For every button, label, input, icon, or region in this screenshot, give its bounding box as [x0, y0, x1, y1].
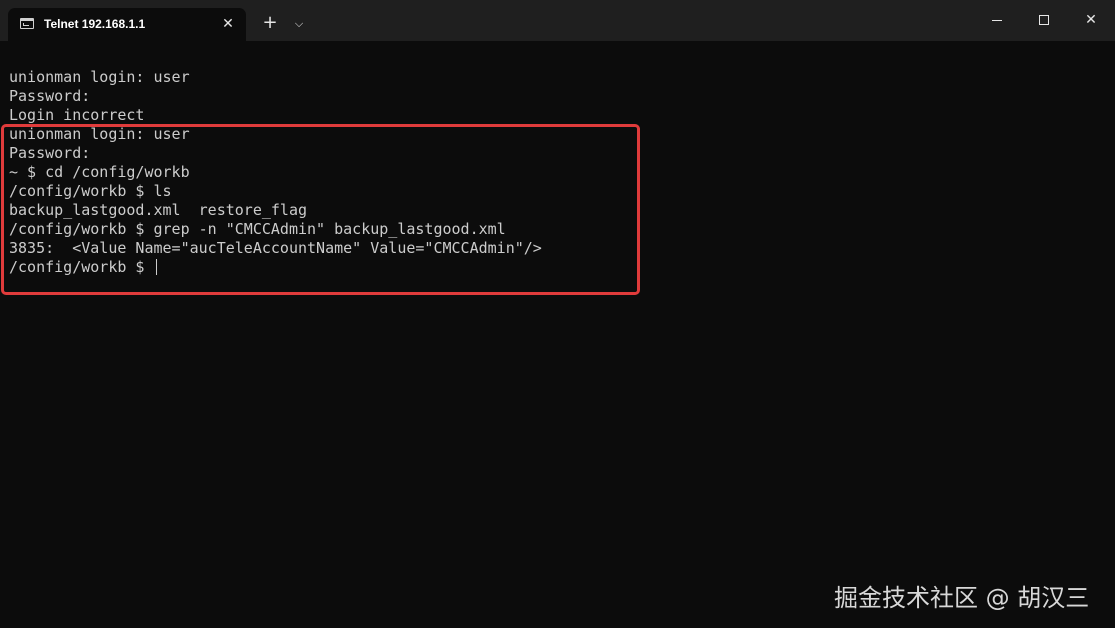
terminal-line: Password: — [9, 87, 91, 105]
close-window-button[interactable]: ✕ — [1068, 0, 1114, 41]
close-tab-icon[interactable]: ✕ — [218, 14, 238, 34]
maximize-button[interactable] — [1021, 0, 1067, 41]
minimize-button[interactable] — [974, 0, 1020, 41]
chevron-down-icon[interactable]: ⌵ — [289, 12, 309, 36]
terminal-line: unionman login: user — [9, 68, 190, 86]
minimize-icon — [992, 20, 1002, 21]
terminal-icon — [20, 18, 34, 29]
new-tab-button[interactable]: + — [258, 12, 282, 36]
terminal-window: Telnet 192.168.1.1 ✕ + ⌵ ✕ unionman logi… — [0, 0, 1115, 628]
watermark: 掘金技术社区 @ 胡汉三 — [834, 584, 1090, 612]
tab-title: Telnet 192.168.1.1 — [44, 17, 146, 31]
terminal-line: Login incorrect — [9, 106, 145, 124]
tab-telnet[interactable]: Telnet 192.168.1.1 ✕ — [8, 8, 246, 41]
highlight-box — [1, 124, 640, 295]
maximize-icon — [1039, 15, 1049, 25]
title-bar: Telnet 192.168.1.1 ✕ + ⌵ ✕ — [0, 0, 1115, 41]
